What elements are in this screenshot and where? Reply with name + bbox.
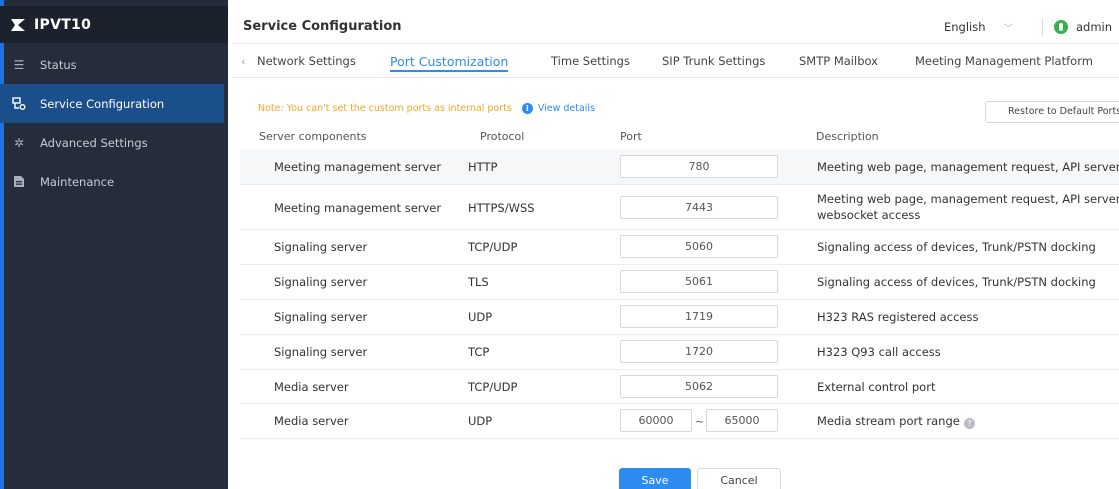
protocol-cell: UDP [468,414,493,428]
view-details-link[interactable]: View details [538,103,595,114]
tab-time-settings[interactable]: Time Settings [551,45,630,78]
page-title: Service Configuration [243,19,402,34]
column-header: Server components [259,130,367,143]
table-row: Meeting management server HTTPS/WSS 7443… [240,185,1119,230]
range-separator: ~ [695,415,705,428]
table-header: Server components Protocol Port Descript… [240,126,1119,148]
tab-port-customization[interactable]: Port Customization [390,45,509,78]
sidebar-item-advanced-settings[interactable]: ✲ Advanced Settings [0,123,224,162]
port-note: Note: You can't set the custom ports as … [258,103,595,114]
cancel-button[interactable]: Cancel [697,468,781,489]
protocol-cell: TLS [468,275,489,289]
port-input[interactable]: 5062 [620,375,778,398]
language-value: English [944,20,986,34]
gear-icon: ✲ [13,135,25,150]
sidebar-item-maintenance[interactable]: Maintenance [0,162,224,201]
component-cell: Signaling server [274,240,368,254]
table-row: Signaling server TCP/UDP 5060 Signaling … [240,230,1119,265]
port-input[interactable]: 5061 [620,270,778,293]
app-logo-bar: IPVT10 [0,6,228,43]
restore-default-ports-button[interactable]: Restore to Default Ports [985,101,1119,123]
chevron-down-icon: ﹀ [1003,23,1014,35]
description-cell: Meeting web page, management request, AP… [817,192,1119,222]
table-row: Media server UDP 60000 ~ 65000 Media str… [240,404,1119,439]
sidebar-item-status[interactable]: ☰ Status [0,45,224,84]
header-divider [1042,18,1043,36]
sidebar-item-label: Advanced Settings [40,135,148,150]
component-cell: Meeting management server [274,201,442,215]
sidebar-item-label: Maintenance [40,174,115,189]
chevron-left-icon[interactable]: ‹ [241,45,245,78]
protocol-cell: UDP [468,310,493,324]
port-input[interactable]: 5060 [620,235,778,258]
protocol-cell: HTTPS/WSS [468,201,535,215]
table-row: Signaling server TLS 5061 Signaling acce… [240,265,1119,300]
tab-sip-trunk-settings[interactable]: SIP Trunk Settings [662,45,765,78]
protocol-cell: TCP/UDP [468,380,518,394]
protocol-cell: HTTP [468,160,498,174]
port-input[interactable]: 780 [620,155,778,178]
user-name: admin [1076,20,1113,34]
component-cell: Signaling server [274,345,368,359]
port-range-start-input[interactable]: 60000 [620,409,692,432]
component-cell: Signaling server [274,310,368,324]
tab-network-settings[interactable]: Network Settings [257,45,356,78]
description-cell: External control port [817,380,936,394]
logo-icon [11,18,25,31]
protocol-cell: TCP [468,345,490,359]
port-range-end-input[interactable]: 65000 [706,409,778,432]
info-icon: i [521,103,533,114]
table-row: Media server TCP/UDP 5062 External contr… [240,370,1119,404]
component-cell: Media server [274,380,349,394]
description-cell: Signaling access of devices, Trunk/PSTN … [817,240,1096,254]
save-button[interactable]: Save [619,468,691,489]
tab-meeting-management-platform[interactable]: Meeting Management Platform [915,45,1093,78]
service-config-icon [12,97,26,111]
tab-smtp-mailbox[interactable]: SMTP Mailbox [799,45,878,78]
description-cell: Signaling access of devices, Trunk/PSTN … [817,275,1096,289]
table-row: Signaling server UDP 1719 H323 RAS regis… [240,300,1119,335]
column-header: Port [620,130,642,143]
sidebar-item-label: Service Configuration [40,96,165,111]
sidebar-item-label: Status [40,57,77,72]
app-name: IPVT10 [34,16,92,33]
description-cell: H323 Q93 call access [817,345,941,359]
user-menu[interactable]: admin [1054,10,1112,44]
description-cell: Media stream port range? [817,413,1119,429]
column-header: Protocol [480,130,525,143]
description-cell: Meeting web page, management request, AP… [817,160,1119,174]
port-input[interactable]: 1719 [620,305,778,328]
sidebar-item-service-configuration[interactable]: Service Configuration [0,84,224,123]
note-text: Note: You can't set the custom ports as … [258,103,512,114]
column-header: Description [816,130,879,143]
table-row: Signaling server TCP 1720 H323 Q93 call … [240,335,1119,370]
protocol-cell: TCP/UDP [468,240,518,254]
tab-bar: ‹ Network Settings Port Customization Ti… [232,45,1119,78]
component-cell: Media server [274,414,349,428]
port-input[interactable]: 7443 [620,196,778,219]
description-cell: H323 RAS registered access [817,310,979,324]
top-header: Service Configuration English ﹀ admin [232,10,1119,44]
table-row: Meeting management server HTTP 780 Meeti… [240,149,1119,185]
component-cell: Meeting management server [274,160,442,174]
description-text: Media stream port range [817,414,960,428]
list-icon: ☰ [13,57,25,72]
component-cell: Signaling server [274,275,368,289]
help-icon[interactable]: ? [963,418,975,429]
user-status-icon [1054,20,1068,34]
maintenance-icon [12,175,26,189]
sidebar-nav: ☰ Status Service Configuration ✲ Advance… [0,45,224,201]
port-input[interactable]: 1720 [620,340,778,363]
language-select[interactable]: English ﹀ [944,10,1014,44]
